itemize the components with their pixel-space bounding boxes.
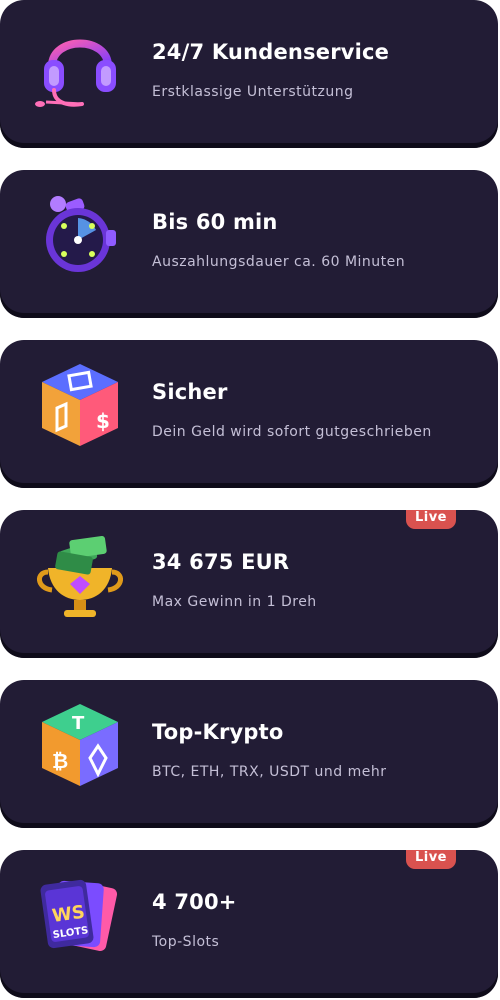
feature-subtitle: Dein Geld wird sofort gutgeschrieben: [152, 424, 432, 440]
feature-title: Bis 60 min: [152, 210, 278, 234]
feature-title: 34 675 EUR: [152, 550, 290, 574]
feature-subtitle: Erstklassige Unterstützung: [152, 84, 354, 100]
feature-card-slots: Live WS SLOTS 4 700+ Top-Slots: [0, 850, 498, 998]
feature-subtitle: BTC, ETH, TRX, USDT und mehr: [152, 764, 387, 780]
svg-text:₿: ₿: [52, 749, 68, 773]
headset-icon: [30, 14, 130, 114]
live-badge: Live: [405, 850, 456, 869]
feature-title: Top-Krypto: [152, 720, 284, 744]
feature-card-payout: Bis 60 min Auszahlungsdauer ca. 60 Minut…: [0, 170, 498, 318]
feature-title: 24/7 Kundenservice: [152, 40, 390, 64]
stopwatch-icon: [30, 184, 130, 284]
live-badge: Live: [405, 510, 456, 529]
feature-subtitle: Auszahlungsdauer ca. 60 Minuten: [152, 254, 406, 270]
slots-cards-icon: WS SLOTS: [30, 864, 130, 964]
feature-card-max-win: Live 34 675 EUR Max Gewinn in 1 Dreh: [0, 510, 498, 658]
svg-text:$: $: [96, 409, 110, 433]
feature-subtitle: Max Gewinn in 1 Dreh: [152, 594, 317, 610]
feature-card-crypto: T ₿ Top-Krypto BTC, ETH, TRX, USDT und m…: [0, 680, 498, 828]
feature-subtitle: Top-Slots: [152, 934, 220, 950]
feature-title: 4 700+: [152, 890, 237, 914]
trophy-money-icon: [30, 524, 130, 624]
crypto-dice-icon: T ₿: [30, 694, 130, 794]
feature-title: Sicher: [152, 380, 228, 404]
svg-text:T: T: [72, 713, 85, 734]
shield-dice-icon: $: [30, 354, 130, 454]
feature-card-security: $ Sicher Dein Geld wird sofort gutgeschr…: [0, 340, 498, 488]
feature-card-support: 24/7 Kundenservice Erstklassige Unterstü…: [0, 0, 498, 148]
